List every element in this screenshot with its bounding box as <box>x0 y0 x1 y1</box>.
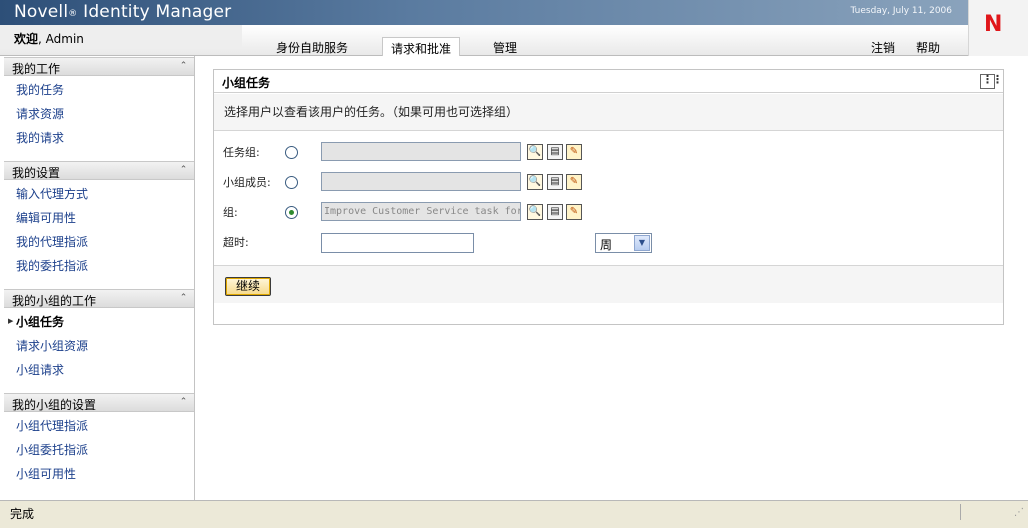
continue-button[interactable]: 继续 <box>225 277 271 296</box>
sidebar-item-team-requests[interactable]: 小组请求 <box>16 361 64 378</box>
top-nav-bar: 欢迎, Admin 身份自助服务 请求和批准 管理 注销 帮助 <box>0 25 968 56</box>
team-member-radio[interactable] <box>285 176 298 189</box>
registered-mark: ® <box>68 9 78 19</box>
panel-title: 小组任务 <box>214 70 1003 93</box>
status-bar: 完成 ⋰ <box>0 500 1028 528</box>
reset-icon[interactable]: ✎ <box>566 174 582 190</box>
timeout-input[interactable] <box>321 233 474 253</box>
tab-requests-approvals[interactable]: 请求和批准 <box>382 37 461 56</box>
history-icon[interactable]: ▤ <box>547 204 563 220</box>
sidebar-item-my-tasks[interactable]: 我的任务 <box>16 81 64 98</box>
collapse-icon[interactable]: ⌃ <box>177 164 190 177</box>
timeout-unit-select[interactable]: 周 ▼ <box>595 233 652 253</box>
task-group-field[interactable] <box>321 142 521 161</box>
toolbar-options-icon[interactable] <box>980 73 1002 89</box>
sidebar-section-team-work: 我的小组的工作 ⌃ <box>4 289 194 308</box>
sidebar-item-my-delegate-assignments[interactable]: 我的委托指派 <box>16 257 88 274</box>
lookup-icon[interactable]: 🔍 <box>527 204 543 220</box>
tab-admin[interactable]: 管理 <box>485 37 525 56</box>
status-divider <box>960 504 961 520</box>
group-radio[interactable] <box>285 206 298 219</box>
lookup-icon[interactable]: 🔍 <box>527 174 543 190</box>
sidebar-item-request-team-resources[interactable]: 请求小组资源 <box>16 337 88 354</box>
current-item-bullet-icon: ▶ <box>8 317 14 325</box>
status-text: 完成 <box>10 507 35 521</box>
reset-icon[interactable]: ✎ <box>566 204 582 220</box>
sidebar-item-edit-availability[interactable]: 编辑可用性 <box>16 209 76 226</box>
novell-n-icon: N <box>984 12 1003 37</box>
history-icon[interactable]: ▤ <box>547 144 563 160</box>
panel-footer: 继续 <box>214 265 1003 303</box>
date-display: Tuesday, July 11, 2006 <box>850 6 952 16</box>
sidebar-section-my-work: 我的工作 ⌃ <box>4 57 194 76</box>
group-label: 组: <box>223 206 238 219</box>
sidebar-item-team-delegate-assignments[interactable]: 小组委托指派 <box>16 441 88 458</box>
timeout-label: 超时: <box>223 236 249 249</box>
task-group-radio[interactable] <box>285 146 298 159</box>
sidebar-section-my-settings: 我的设置 ⌃ <box>4 161 194 180</box>
task-group-label: 任务组: <box>223 146 260 159</box>
novell-logo: N <box>968 0 1028 56</box>
collapse-icon[interactable]: ⌃ <box>177 292 190 305</box>
sidebar-item-team-tasks[interactable]: ▶ 小组任务 <box>8 313 64 330</box>
collapse-icon[interactable]: ⌃ <box>177 60 190 73</box>
tab-self-service[interactable]: 身份自助服务 <box>268 37 356 56</box>
sidebar-item-proxy-mode[interactable]: 输入代理方式 <box>16 185 88 202</box>
help-link[interactable]: 帮助 <box>916 39 940 56</box>
lookup-icon[interactable]: 🔍 <box>527 144 543 160</box>
team-tasks-panel: 小组任务 选择用户以查看该用户的任务。（如果可用也可选择组） 任务组: 🔍 ▤ … <box>213 69 1004 325</box>
panel-description: 选择用户以查看该用户的任务。（如果可用也可选择组） <box>214 94 1003 131</box>
welcome-message: 欢迎, Admin <box>0 25 242 47</box>
group-field[interactable]: Improve Customer Service task force <box>321 202 521 221</box>
sidebar-item-my-requests[interactable]: 我的请求 <box>16 129 64 146</box>
sidebar: 我的工作 ⌃ 我的任务 请求资源 我的请求 我的设置 ⌃ 输入代理方式 编辑可用性 … <box>0 56 195 500</box>
history-icon[interactable]: ▤ <box>547 174 563 190</box>
sidebar-item-team-proxy-assignments[interactable]: 小组代理指派 <box>16 417 88 434</box>
collapse-icon[interactable]: ⌃ <box>177 396 190 409</box>
sidebar-item-my-proxy-assignments[interactable]: 我的代理指派 <box>16 233 88 250</box>
logout-link[interactable]: 注销 <box>871 39 895 56</box>
reset-icon[interactable]: ✎ <box>566 144 582 160</box>
sidebar-item-request-resources[interactable]: 请求资源 <box>16 105 64 122</box>
chevron-down-icon[interactable]: ▼ <box>634 235 650 251</box>
sidebar-section-team-settings: 我的小组的设置 ⌃ <box>4 393 194 412</box>
sidebar-item-team-availability[interactable]: 小组可用性 <box>16 465 76 482</box>
app-banner: Novell® Identity Manager Tuesday, July 1… <box>0 0 1028 25</box>
app-title: Novell® Identity Manager <box>14 2 232 22</box>
resize-grip-icon[interactable]: ⋰ <box>1014 507 1024 518</box>
team-member-field[interactable] <box>321 172 521 191</box>
team-member-label: 小组成员: <box>223 176 271 189</box>
